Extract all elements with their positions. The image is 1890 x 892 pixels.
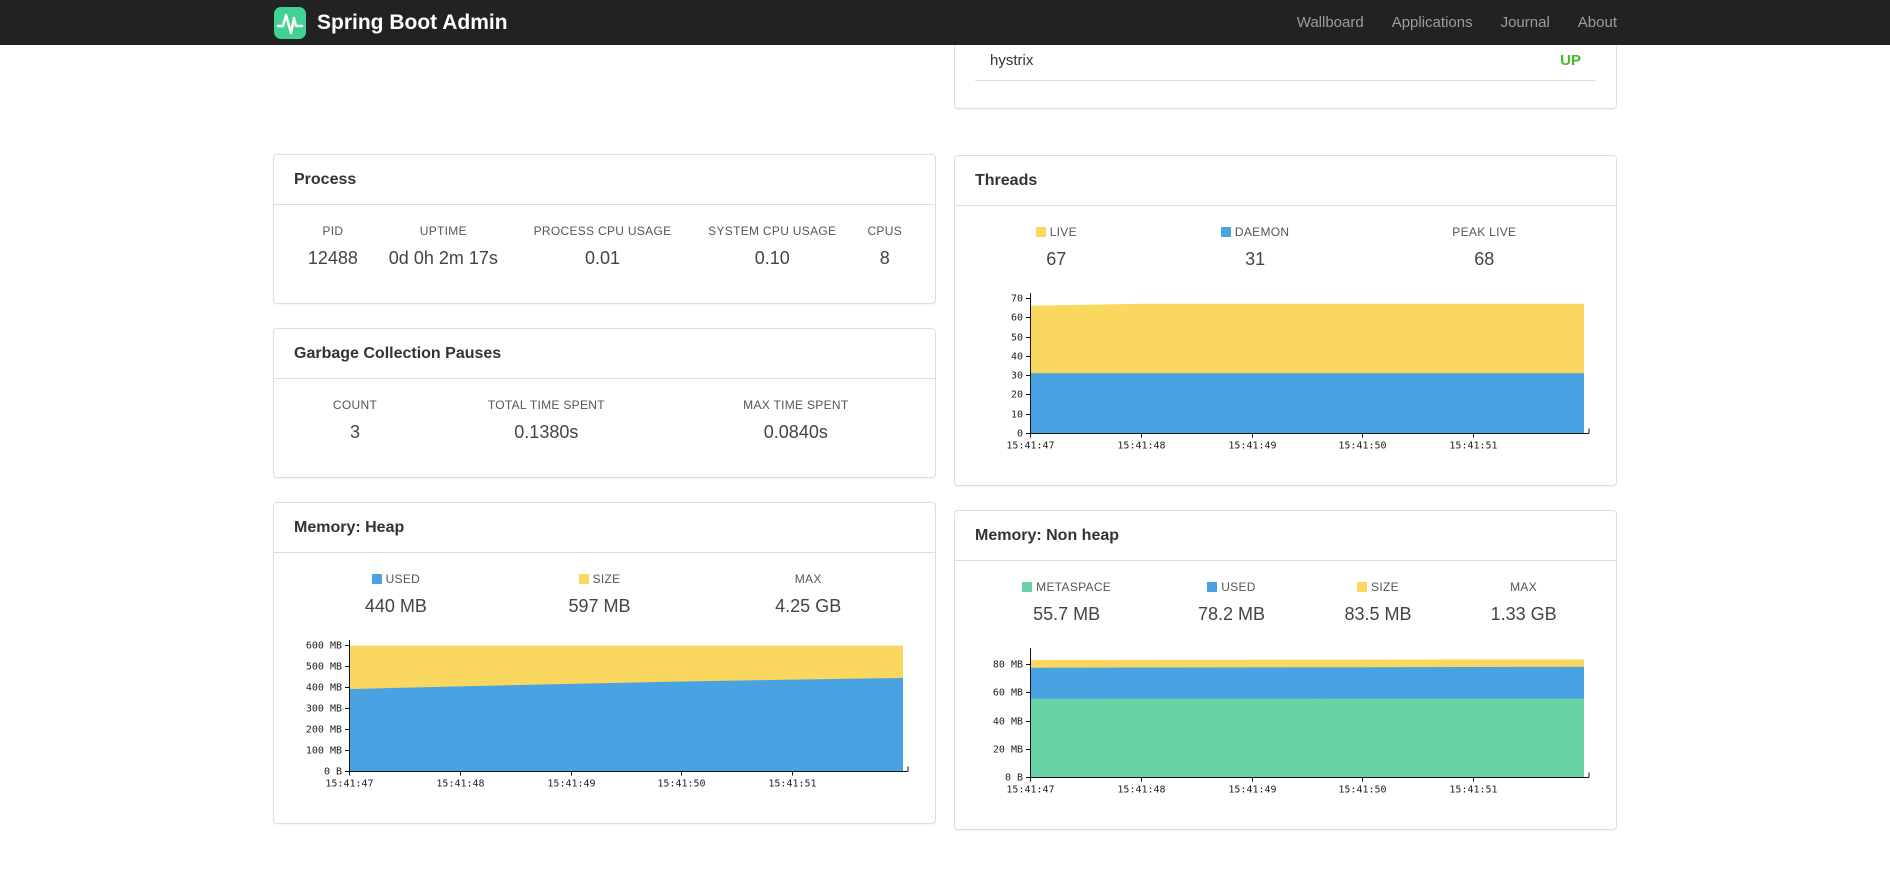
svg-text:15:41:47: 15:41:47 bbox=[1006, 441, 1054, 452]
stat-nonheap-size: SIZE 83.5 MB bbox=[1344, 580, 1412, 624]
svg-text:15:41:50: 15:41:50 bbox=[1338, 441, 1386, 452]
svg-text:60 MB: 60 MB bbox=[993, 688, 1023, 699]
svg-text:15:41:51: 15:41:51 bbox=[1449, 785, 1497, 796]
pulse-logo-icon bbox=[273, 6, 307, 40]
threads-daemon-legend-swatch bbox=[1220, 227, 1231, 237]
nav-link-journal[interactable]: Journal bbox=[1487, 0, 1564, 45]
health-row-hystrix: hystrix UP bbox=[975, 45, 1596, 81]
stat-system-cpu: SYSTEM CPU USAGE 0.10 bbox=[708, 224, 837, 268]
memory-heap-chart: 0 B 100 MB 200 MB 300 MB 400 MB 500 MB 600 MB 1… bbox=[294, 639, 915, 793]
stat-nonheap-max: MAX 1.33 GB bbox=[1490, 580, 1557, 624]
memory-nonheap-body: METASPACE 55.7 MB USED 78.2 MB SIZE 83.5… bbox=[955, 561, 1616, 829]
heap-used-legend-swatch bbox=[371, 574, 382, 584]
svg-text:100 MB: 100 MB bbox=[306, 746, 342, 757]
nonheap-metaspace-legend-swatch bbox=[1022, 582, 1033, 592]
svg-text:15:41:49: 15:41:49 bbox=[1228, 441, 1276, 452]
stat-heap-used: USED 440 MB bbox=[364, 572, 427, 616]
right-column: hystrix UP Threads LIVE 67 DAEMON 31 PEA… bbox=[954, 45, 1617, 854]
svg-text:20 MB: 20 MB bbox=[993, 745, 1023, 756]
left-column: Process PID 12488 UPTIME 0d 0h 2m 17s PR… bbox=[273, 45, 936, 848]
navbar-links: Wallboard Applications Journal About bbox=[1283, 0, 1617, 45]
memory-heap-panel: Memory: Heap USED 440 MB SIZE 597 MB MAX… bbox=[273, 502, 936, 824]
panel-title-memory-nonheap: Memory: Non heap bbox=[955, 511, 1616, 561]
stat-nonheap-used: USED 78.2 MB bbox=[1197, 580, 1266, 624]
svg-text:600 MB: 600 MB bbox=[306, 641, 342, 652]
svg-text:15:41:48: 15:41:48 bbox=[436, 779, 484, 790]
stat-threads-live: LIVE 67 bbox=[975, 221, 1138, 280]
svg-text:500 MB: 500 MB bbox=[306, 662, 342, 673]
nav-link-applications[interactable]: Applications bbox=[1378, 0, 1487, 45]
health-panel-partial: hystrix UP bbox=[954, 45, 1617, 109]
health-service-name: hystrix bbox=[990, 52, 1034, 69]
stat-gc-max-time: MAX TIME SPENT 0.0840s bbox=[743, 398, 849, 442]
memory-nonheap-panel: Memory: Non heap METASPACE 55.7 MB USED … bbox=[954, 510, 1617, 830]
svg-text:60: 60 bbox=[1011, 313, 1023, 324]
svg-text:200 MB: 200 MB bbox=[306, 725, 342, 736]
stat-threads-peak: PEAK LIVE 68 bbox=[1452, 225, 1517, 269]
svg-text:40 MB: 40 MB bbox=[993, 717, 1023, 728]
panel-title-memory-heap: Memory: Heap bbox=[274, 503, 935, 553]
panel-title-process: Process bbox=[274, 155, 935, 205]
svg-text:30: 30 bbox=[1011, 371, 1023, 382]
threads-panel: Threads LIVE 67 DAEMON 31 PEAK LIVE 68 0… bbox=[954, 155, 1617, 486]
svg-text:0: 0 bbox=[1017, 429, 1023, 440]
stat-heap-max: MAX 4.25 GB bbox=[775, 572, 842, 616]
threads-body: LIVE 67 DAEMON 31 PEAK LIVE 68 0 10 20 30 40… bbox=[955, 206, 1616, 485]
threads-live-legend-swatch bbox=[1035, 227, 1046, 237]
svg-text:15:41:51: 15:41:51 bbox=[1449, 441, 1497, 452]
svg-text:0 B: 0 B bbox=[324, 767, 342, 778]
panel-title-threads: Threads bbox=[955, 156, 1616, 206]
stat-heap-size: SIZE 597 MB bbox=[568, 572, 631, 616]
panel-title-gc: Garbage Collection Pauses bbox=[274, 329, 935, 379]
stat-gc-count: COUNT 3 bbox=[332, 398, 378, 442]
brand-title: Spring Boot Admin bbox=[317, 10, 508, 34]
health-panel-padding bbox=[955, 81, 1616, 108]
memory-nonheap-chart: 0 B 20 MB 40 MB 60 MB 80 MB 15:41:47 15:41:48 1… bbox=[975, 647, 1596, 799]
nonheap-size-legend-swatch bbox=[1357, 582, 1368, 592]
stat-gc-total-time: TOTAL TIME SPENT 0.1380s bbox=[487, 398, 605, 442]
stat-uptime: UPTIME 0d 0h 2m 17s bbox=[388, 224, 498, 268]
memory-heap-body: USED 440 MB SIZE 597 MB MAX 4.25 GB 0 B1… bbox=[274, 553, 935, 823]
heap-size-legend-swatch bbox=[578, 574, 589, 584]
svg-text:300 MB: 300 MB bbox=[306, 704, 342, 715]
health-status-badge: UP bbox=[1560, 52, 1581, 69]
svg-text:15:41:50: 15:41:50 bbox=[657, 779, 705, 790]
navbar-content: Spring Boot Admin Wallboard Applications… bbox=[273, 0, 1617, 45]
svg-text:15:41:48: 15:41:48 bbox=[1117, 441, 1165, 452]
gc-panel: Garbage Collection Pauses COUNT 3 TOTAL … bbox=[273, 328, 936, 478]
process-panel: Process PID 12488 UPTIME 0d 0h 2m 17s PR… bbox=[273, 154, 936, 304]
svg-text:15:41:51: 15:41:51 bbox=[768, 779, 816, 790]
svg-text:80 MB: 80 MB bbox=[993, 660, 1023, 671]
stat-cpus: CPUS 8 bbox=[867, 224, 902, 268]
stat-pid: PID 12488 bbox=[307, 224, 358, 268]
svg-text:15:41:47: 15:41:47 bbox=[325, 779, 373, 790]
svg-text:15:41:49: 15:41:49 bbox=[547, 779, 595, 790]
svg-text:15:41:47: 15:41:47 bbox=[1006, 785, 1054, 796]
svg-text:40: 40 bbox=[1011, 352, 1023, 363]
svg-text:10: 10 bbox=[1011, 410, 1023, 421]
svg-text:15:41:49: 15:41:49 bbox=[1228, 785, 1276, 796]
svg-text:20: 20 bbox=[1011, 390, 1023, 401]
nav-link-about[interactable]: About bbox=[1564, 0, 1617, 45]
stat-nonheap-metaspace: METASPACE 55.7 MB bbox=[975, 576, 1158, 635]
nav-link-wallboard[interactable]: Wallboard bbox=[1283, 0, 1378, 45]
gc-stats: COUNT 3 TOTAL TIME SPENT 0.1380s MAX TIM… bbox=[274, 379, 935, 477]
svg-text:0 B: 0 B bbox=[1005, 773, 1023, 784]
stat-process-cpu: PROCESS CPU USAGE 0.01 bbox=[533, 224, 672, 268]
top-navbar: Spring Boot Admin Wallboard Applications… bbox=[0, 0, 1890, 45]
main-content: Process PID 12488 UPTIME 0d 0h 2m 17s PR… bbox=[273, 0, 1617, 854]
svg-text:15:41:48: 15:41:48 bbox=[1117, 785, 1165, 796]
svg-text:50: 50 bbox=[1011, 333, 1023, 344]
brand-link[interactable]: Spring Boot Admin bbox=[273, 6, 508, 40]
nonheap-used-legend-swatch bbox=[1207, 582, 1218, 592]
svg-text:15:41:50: 15:41:50 bbox=[1338, 785, 1386, 796]
svg-text:400 MB: 400 MB bbox=[306, 683, 342, 694]
svg-text:70: 70 bbox=[1011, 294, 1023, 305]
stat-threads-daemon: DAEMON 31 bbox=[1138, 221, 1373, 280]
process-stats: PID 12488 UPTIME 0d 0h 2m 17s PROCESS CP… bbox=[274, 205, 935, 303]
threads-chart: 0 10 20 30 40 50 60 70 15:41:47 15:41:48 15:41:49 1… bbox=[975, 292, 1596, 455]
